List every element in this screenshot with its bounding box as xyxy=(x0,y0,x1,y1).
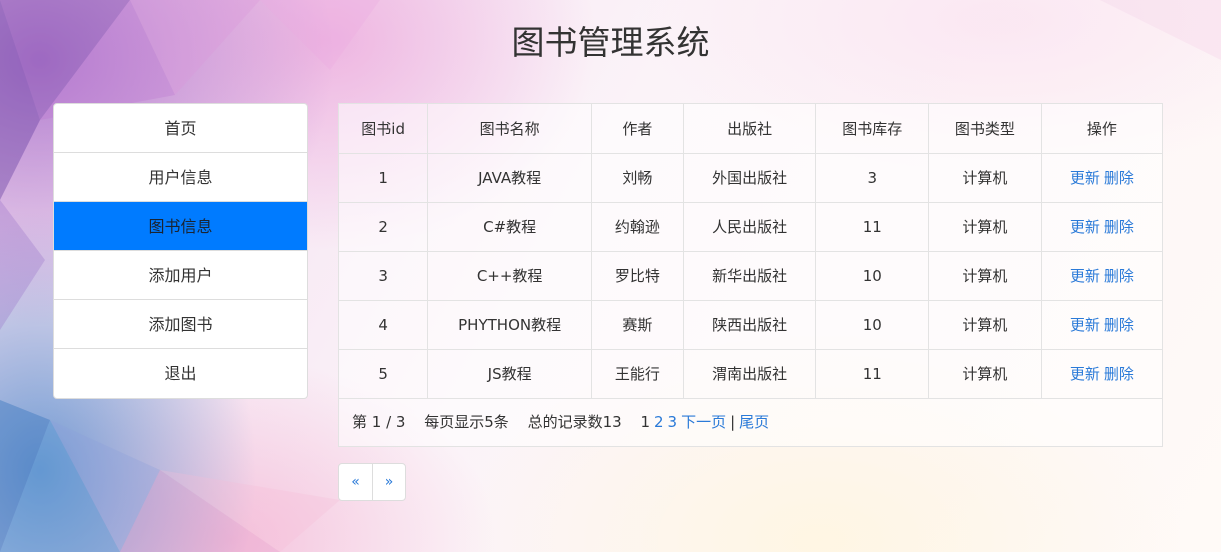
cell-stock: 11 xyxy=(815,201,930,252)
header-stock: 图书库存 xyxy=(815,104,930,154)
pagination-separator: | xyxy=(730,412,736,431)
last-page-link[interactable]: 尾页 xyxy=(739,413,769,431)
per-page-text: 每页显示5条 xyxy=(424,412,509,431)
cell-publisher: 新华出版社 xyxy=(682,250,817,301)
cell-stock: 10 xyxy=(815,299,930,350)
sidebar-item-add-book[interactable]: 添加图书 xyxy=(54,300,307,349)
cell-type: 计算机 xyxy=(928,201,1042,252)
cell-author: 刘畅 xyxy=(590,152,684,203)
cell-book-name: JAVA教程 xyxy=(427,152,592,203)
page-title: 图书管理系统 xyxy=(511,23,710,62)
cell-book-id: 2 xyxy=(339,201,429,252)
table-row: 2 C#教程 约翰逊 人民出版社 11 计算机 更新 删除 xyxy=(339,201,1162,252)
sidebar-item-logout[interactable]: 退出 xyxy=(54,349,307,398)
cell-book-name: C++教程 xyxy=(427,250,592,301)
cell-publisher: 陕西出版社 xyxy=(682,299,817,350)
cell-author: 罗比特 xyxy=(590,250,684,301)
update-link[interactable]: 更新 xyxy=(1070,169,1100,187)
delete-link[interactable]: 删除 xyxy=(1104,169,1134,187)
table-header-row: 图书id 图书名称 作者 出版社 图书库存 图书类型 操作 xyxy=(339,104,1162,154)
delete-link[interactable]: 删除 xyxy=(1104,267,1134,285)
books-table: 图书id 图书名称 作者 出版社 图书库存 图书类型 操作 1 JAVA教程 刘… xyxy=(339,104,1162,399)
header-publisher: 出版社 xyxy=(682,104,817,154)
books-panel: 图书id 图书名称 作者 出版社 图书库存 图书类型 操作 1 JAVA教程 刘… xyxy=(338,103,1163,447)
cell-type: 计算机 xyxy=(928,348,1042,399)
update-link[interactable]: 更新 xyxy=(1070,365,1100,383)
cell-book-name: C#教程 xyxy=(427,201,592,252)
page-link-2[interactable]: 2 xyxy=(654,413,664,431)
delete-link[interactable]: 删除 xyxy=(1104,365,1134,383)
header-book-name: 图书名称 xyxy=(427,104,592,154)
cell-book-name: JS教程 xyxy=(427,348,592,399)
cell-type: 计算机 xyxy=(928,299,1042,350)
sidebar-item-book-info[interactable]: 图书信息 xyxy=(54,202,307,251)
header-author: 作者 xyxy=(590,104,684,154)
table-row: 1 JAVA教程 刘畅 外国出版社 3 计算机 更新 删除 xyxy=(339,152,1162,203)
page-indicator: 第 1 / 3 xyxy=(352,412,406,431)
table-row: 3 C++教程 罗比特 新华出版社 10 计算机 更新 删除 xyxy=(339,250,1162,301)
cell-book-id: 4 xyxy=(339,299,429,350)
cell-book-id: 5 xyxy=(339,348,429,399)
cell-actions: 更新 删除 xyxy=(1040,348,1162,399)
cell-stock: 10 xyxy=(815,250,930,301)
cell-stock: 11 xyxy=(815,348,930,399)
update-link[interactable]: 更新 xyxy=(1070,316,1100,334)
sidebar-item-user-info[interactable]: 用户信息 xyxy=(54,153,307,202)
delete-link[interactable]: 删除 xyxy=(1104,218,1134,236)
cell-author: 王能行 xyxy=(590,348,684,399)
cell-book-id: 1 xyxy=(339,152,429,203)
cell-publisher: 外国出版社 xyxy=(682,152,817,203)
cell-actions: 更新 删除 xyxy=(1040,250,1162,301)
sidebar-item-add-user[interactable]: 添加用户 xyxy=(54,251,307,300)
cell-book-id: 3 xyxy=(339,250,429,301)
delete-link[interactable]: 删除 xyxy=(1104,316,1134,334)
current-page-number: 1 xyxy=(640,412,650,431)
table-row: 4 PHYTHON教程 赛斯 陕西出版社 10 计算机 更新 删除 xyxy=(339,299,1162,350)
table-row: 5 JS教程 王能行 渭南出版社 11 计算机 更新 删除 xyxy=(339,348,1162,399)
cell-stock: 3 xyxy=(815,152,930,203)
sidebar-item-home[interactable]: 首页 xyxy=(54,104,307,153)
update-link[interactable]: 更新 xyxy=(1070,267,1100,285)
header-book-id: 图书id xyxy=(339,104,429,154)
cell-author: 约翰逊 xyxy=(590,201,684,252)
cell-type: 计算机 xyxy=(928,152,1042,203)
cell-author: 赛斯 xyxy=(590,299,684,350)
next-arrow-button[interactable]: » xyxy=(372,464,405,500)
cell-publisher: 渭南出版社 xyxy=(682,348,817,399)
prev-arrow-button[interactable]: « xyxy=(339,464,372,500)
update-link[interactable]: 更新 xyxy=(1070,218,1100,236)
header-type: 图书类型 xyxy=(928,104,1042,154)
cell-actions: 更新 删除 xyxy=(1040,299,1162,350)
page-link-3[interactable]: 3 xyxy=(668,413,678,431)
cell-actions: 更新 删除 xyxy=(1040,201,1162,252)
cell-type: 计算机 xyxy=(928,250,1042,301)
pagination-info: 第 1 / 3 每页显示5条 总的记录数13 1 2 3 下一页 | 尾页 xyxy=(339,399,1162,446)
cell-publisher: 人民出版社 xyxy=(682,201,817,252)
next-page-link[interactable]: 下一页 xyxy=(681,413,726,431)
sidebar-nav: 首页 用户信息 图书信息 添加用户 添加图书 退出 xyxy=(53,103,308,399)
pager-arrows: « » xyxy=(338,463,406,501)
cell-actions: 更新 删除 xyxy=(1040,152,1162,203)
cell-book-name: PHYTHON教程 xyxy=(427,299,592,350)
header-actions: 操作 xyxy=(1040,104,1162,154)
total-records-text: 总的记录数13 xyxy=(527,412,622,431)
